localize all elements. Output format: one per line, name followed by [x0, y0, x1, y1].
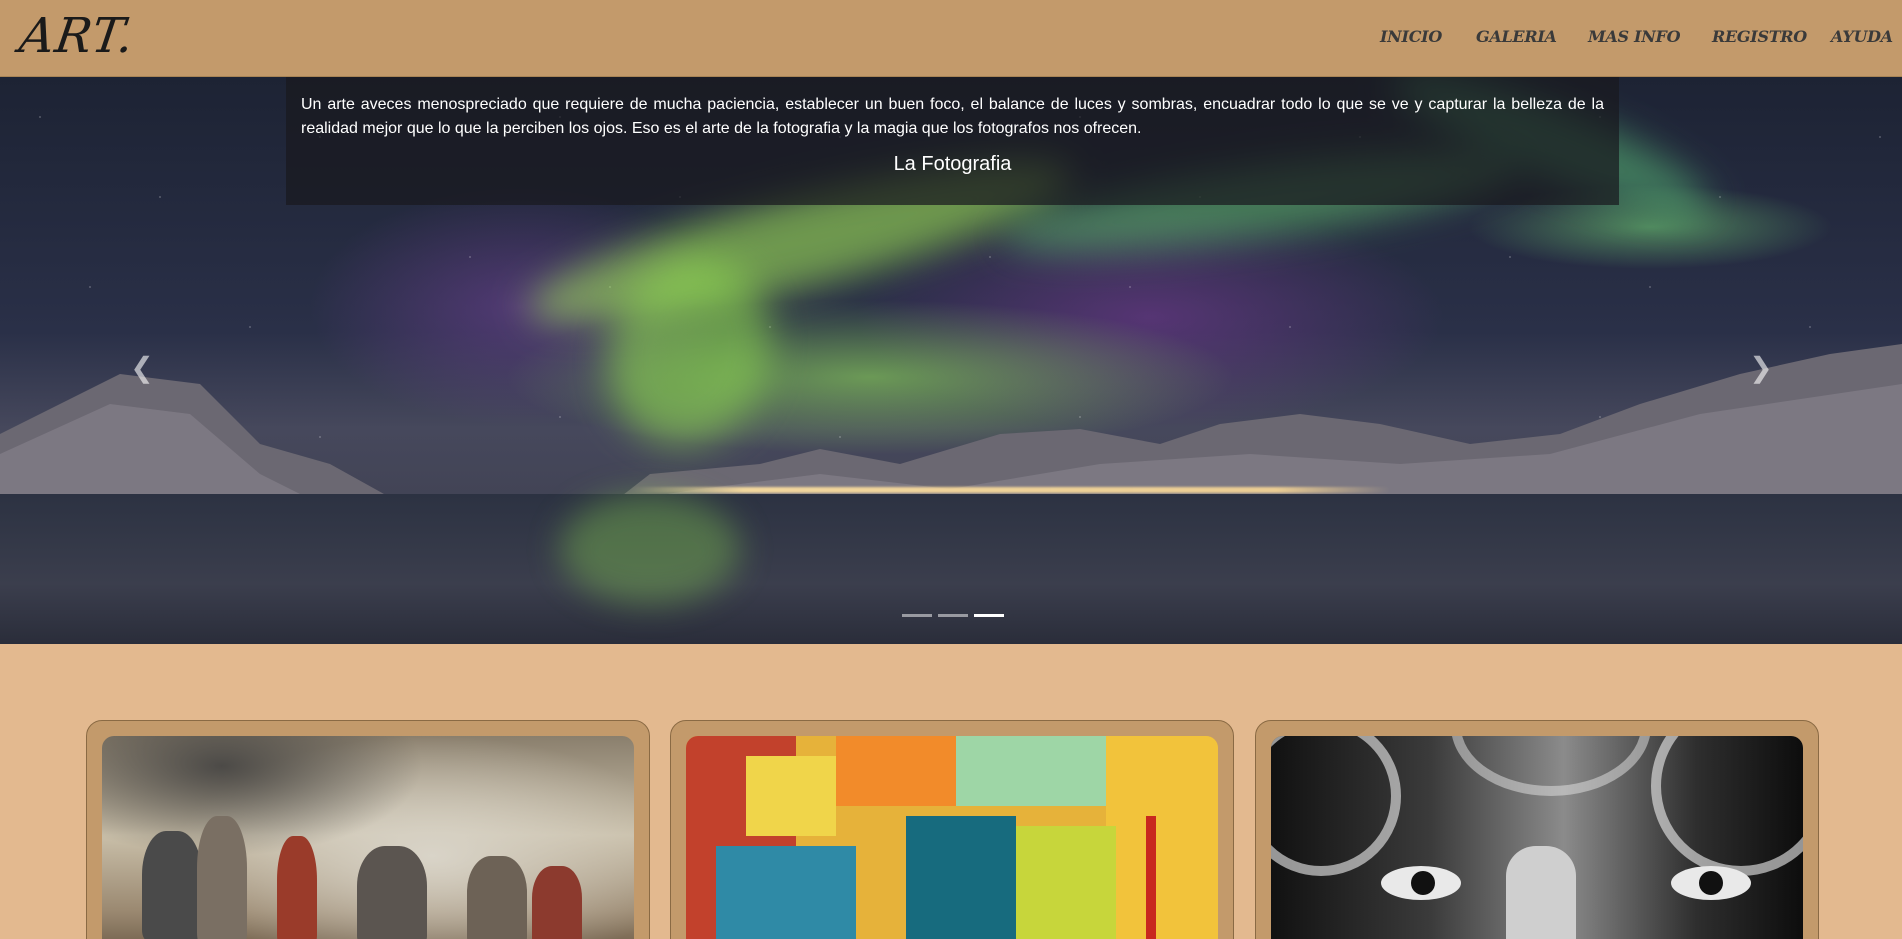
brand-logo[interactable]: ART. [16, 8, 138, 64]
mural-pupil [1699, 871, 1723, 895]
mural-hand [1506, 846, 1576, 939]
mural-pupil [1411, 871, 1435, 895]
chevron-left-icon: ❮ [130, 351, 154, 383]
carousel-indicator-1[interactable] [902, 614, 932, 617]
caption-text: Un arte aveces menospreciado que requier… [301, 96, 1604, 137]
mural-eye [1671, 866, 1751, 900]
painting-figure [277, 836, 317, 939]
paint-block [836, 736, 956, 806]
hero-carousel: Un arte aveces menospreciado que requier… [0, 77, 1902, 644]
nav-link-mas-info[interactable]: MAS INFO [1588, 27, 1681, 46]
painting-figure [467, 856, 527, 939]
carousel-next-button[interactable]: ❯ [1741, 347, 1781, 387]
mural-swirl [1651, 736, 1803, 876]
paint-block [1016, 826, 1116, 939]
slide-image-reflection [560, 494, 740, 604]
mural-swirl [1451, 736, 1651, 796]
carousel-indicator-2[interactable] [938, 614, 968, 617]
paint-block [906, 816, 1016, 939]
painting-figure [142, 831, 202, 939]
caption-title: La Fotografia [893, 153, 1012, 175]
nav-link-inicio[interactable]: INICIO [1380, 27, 1442, 46]
mural-eye [1381, 866, 1461, 900]
nav-link-galeria[interactable]: GALERIA [1476, 27, 1557, 46]
nav-link-registro[interactable]: REGISTRO [1712, 27, 1807, 46]
paint-block [956, 736, 1106, 806]
painting-figure [532, 866, 582, 939]
painting-figure [197, 816, 247, 939]
gallery-card-battle[interactable] [86, 720, 650, 939]
carousel-caption: Un arte aveces menospreciado que requier… [286, 77, 1619, 205]
paint-block [1106, 736, 1218, 939]
chevron-right-icon: ❯ [1749, 351, 1773, 383]
paint-block [716, 846, 856, 939]
card-image-abstract-painting [686, 736, 1218, 939]
carousel-prev-button[interactable]: ❮ [122, 347, 162, 387]
navbar: ART. INICIO GALERIA MAS INFO REGISTRO AY… [0, 0, 1902, 77]
carousel-indicator-3[interactable] [974, 614, 1004, 617]
carousel-indicators [902, 614, 1004, 617]
paint-block [746, 756, 836, 836]
slide-image-city-lights [630, 487, 1390, 493]
card-image-battle-painting [102, 736, 634, 939]
paint-block [1146, 816, 1156, 939]
painting-figure [357, 846, 427, 939]
gallery-card-street-art[interactable] [1255, 720, 1819, 939]
card-image-street-art [1271, 736, 1803, 939]
mural-swirl [1271, 736, 1401, 876]
gallery-card-abstract[interactable] [670, 720, 1234, 939]
nav-link-ayuda[interactable]: AYUDA [1831, 27, 1893, 46]
slide-image-water [0, 494, 1902, 644]
